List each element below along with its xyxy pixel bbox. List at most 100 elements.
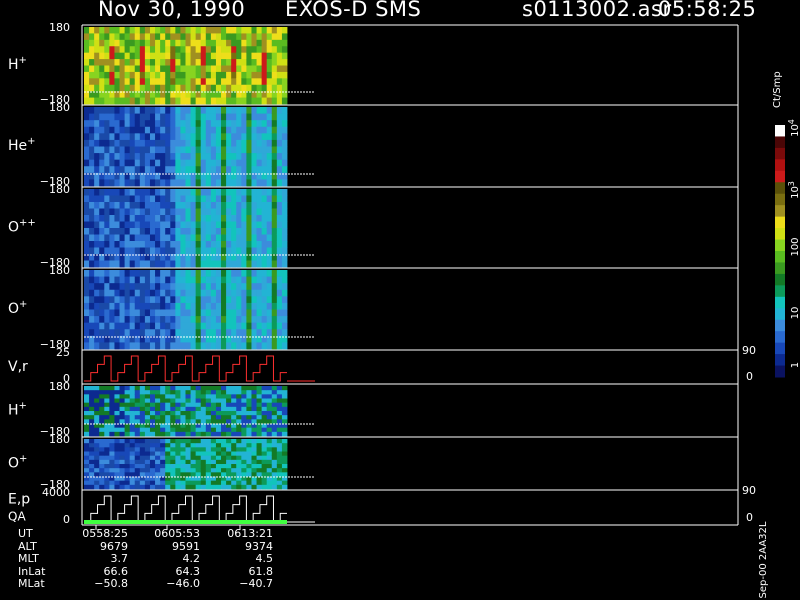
heatmap-cell [241,309,247,317]
heatmap-cell [236,447,242,452]
heatmap-cell [99,276,105,284]
heatmap-cell [134,402,141,408]
heatmap-cell [236,464,242,469]
heatmap-cell [165,241,171,248]
heatmap-cell [99,189,105,196]
heatmap-cell [231,234,237,242]
heatmap-cell [266,195,273,203]
heatmap-cell [190,221,197,229]
heatmap-cell [226,289,232,297]
heatmap-cell [190,329,197,337]
heatmap-cell [190,402,197,408]
colorbar-swatch [775,216,785,229]
heatmap-cell [139,195,146,203]
heatmap-cell [271,78,278,86]
heatmap-cell [104,439,110,444]
heatmap-cell [129,39,136,47]
heatmap-cell [195,97,202,105]
heatmap-cell [114,484,120,490]
heatmap-cell [200,480,207,486]
colorbar-tick-label: 100 [790,237,800,256]
heatmap-cell [195,107,202,114]
heatmap-cell [160,447,166,452]
heatmap-cell [266,398,273,404]
heatmap-cell [89,247,95,255]
heatmap-cell [281,276,288,284]
heatmap-cell [190,78,197,86]
heatmap-cell [241,406,247,412]
heatmap-cell [190,59,197,66]
heatmap-cell [256,126,263,134]
heatmap-cell [155,459,161,465]
heatmap-cell [175,427,181,433]
heatmap-cell [124,342,131,350]
heatmap-cell [114,427,120,433]
heatmap-cell [180,398,186,404]
heatmap-cell [129,133,136,141]
heatmap-cell [256,302,263,310]
heatmap-cell [155,133,161,141]
heatmap-cell [190,431,197,437]
heatmap-cell [221,139,227,147]
heatmap-cell [195,415,202,420]
heatmap-cell [231,419,237,424]
heatmap-cell [170,390,176,395]
heatmap-cell [205,33,212,41]
heatmap-cell [276,322,283,330]
heatmap-cell [160,27,166,34]
heatmap-cell [149,221,156,229]
heatmap-cell [109,234,115,242]
heatmap-cell [94,289,100,297]
heatmap-cell [170,195,176,203]
heatmap-cell [266,97,273,105]
heatmap-cell [155,472,161,477]
heatmap-cell [99,480,105,486]
heatmap-cell [160,451,166,457]
heatmap-cell [195,480,202,486]
heatmap-cell [89,329,95,337]
heatmap-cell [221,221,227,229]
heatmap-cell [261,241,268,248]
heatmap-cell [155,179,161,187]
heatmap-cell [256,107,263,114]
heatmap-cell [119,443,126,448]
heatmap-cell [84,329,90,337]
heatmap-cell [170,431,176,437]
heatmap-cell [236,139,242,147]
heatmap-cell [241,411,247,416]
heatmap-cell [109,65,115,73]
heatmap-cell [104,296,110,304]
heatmap-cell [144,283,151,291]
heatmap-cell [144,202,151,209]
heatmap-cell [226,179,232,187]
heatmap-cell [134,46,141,54]
heatmap-cell [205,241,212,248]
heatmap-cell [195,451,202,457]
heatmap-cell [129,427,136,433]
heatmap-cell [155,189,161,196]
heatmap-cell [149,406,156,412]
heatmap-cell [129,342,136,350]
heatmap-cell [180,415,186,420]
heatmap-cell [266,247,273,255]
heatmap-cell [200,468,207,473]
heatmap-cell [165,472,171,477]
heatmap-cell [149,260,156,268]
heatmap-cell [180,427,186,433]
heatmap-cell [215,65,222,73]
heatmap-cell [195,447,202,452]
heatmap-cell [89,270,95,277]
heatmap-cell [170,411,176,416]
heatmap-cell [84,419,90,424]
ephemeris-value: −40.7 [239,577,273,591]
heatmap-cell [129,84,136,92]
heatmap-cell [160,260,166,268]
heatmap-cell [221,289,227,297]
heatmap-cell [281,113,288,121]
heatmap-cell [124,480,131,486]
heatmap-cell [134,120,141,128]
heatmap-cell [104,443,110,448]
heatmap-cell [84,65,90,73]
heatmap-cell [114,283,120,291]
heatmap-cell [205,296,212,304]
